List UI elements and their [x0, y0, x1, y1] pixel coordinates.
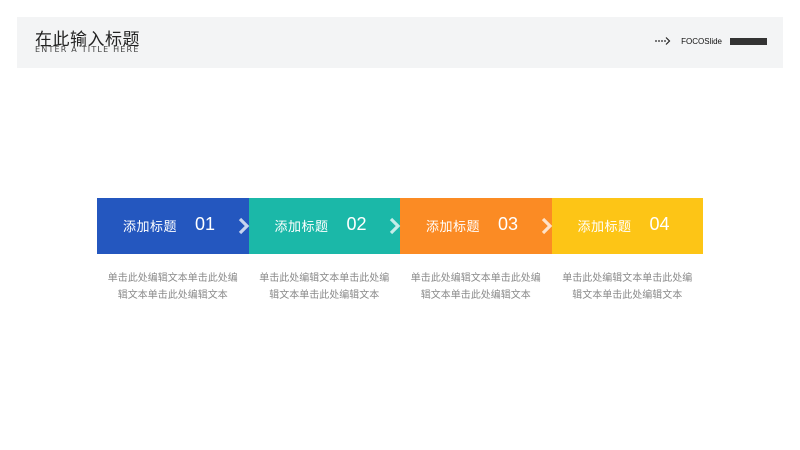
step-number: 04: [649, 214, 670, 234]
step-title: 添加标题: [274, 220, 329, 235]
process-steps: 添加标题 01 添加标题 02 添加标题 03 添加标题 04: [97, 198, 703, 254]
chevron-right-icon: [388, 217, 402, 235]
step-description: 单击此处编辑文本单击此处编辑文本单击此处编辑文本: [107, 273, 238, 301]
brand: FOCOSlide: [655, 34, 767, 48]
step-number: 02: [346, 214, 367, 234]
step-number: 01: [195, 214, 216, 234]
step-descriptions: 单击此处编辑文本单击此处编辑文本单击此处编辑文本 单击此处编辑文本单击此处编辑文…: [97, 270, 703, 304]
step-4: 添加标题 04: [551, 198, 703, 254]
step-3: 添加标题 03: [400, 198, 552, 254]
dotted-arrow-icon: [655, 36, 671, 46]
step-number: 03: [498, 214, 519, 234]
step-2: 添加标题 02: [248, 198, 402, 254]
chevron-right-icon: [540, 217, 554, 235]
chevron-right-icon: [237, 217, 251, 235]
step-description: 单击此处编辑文本单击此处编辑文本单击此处编辑文本: [410, 273, 541, 301]
slide: 在此输入标题 ENTER A TITLE HERE FOCOSlide 添加标题…: [0, 0, 800, 450]
page-subtitle: ENTER A TITLE HERE: [35, 45, 140, 54]
title-bar: 在此输入标题 ENTER A TITLE HERE FOCOSlide: [17, 17, 783, 68]
step-1: 添加标题 01: [97, 198, 249, 254]
step-title: 添加标题: [577, 220, 632, 235]
step-description: 单击此处编辑文本单击此处编辑文本单击此处编辑文本: [562, 273, 693, 301]
step-description: 单击此处编辑文本单击此处编辑文本单击此处编辑文本: [259, 273, 390, 301]
step-title: 添加标题: [123, 220, 178, 235]
brand-bar: [730, 37, 767, 45]
step-title: 添加标题: [426, 220, 481, 235]
brand-label: FOCOSlide: [681, 36, 722, 46]
